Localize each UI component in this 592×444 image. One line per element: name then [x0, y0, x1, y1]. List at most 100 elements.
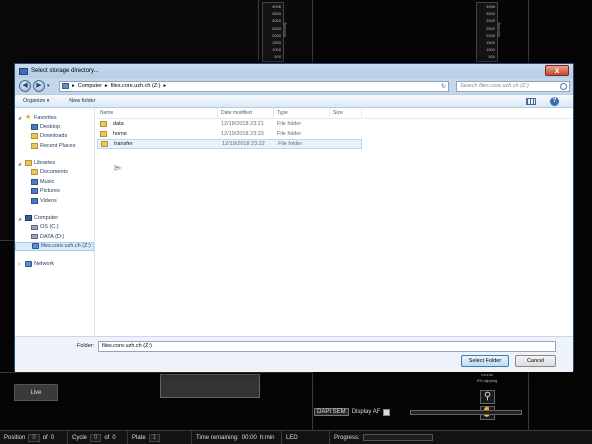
dialog-body: ◢ ★ Favorites Desktop Downloads Recent P… — [15, 108, 573, 336]
back-button[interactable]: ◀ — [19, 80, 31, 92]
gauge-tick: 500 — [488, 54, 495, 60]
gauge-label: intensity — [496, 22, 502, 37]
column-header-type[interactable]: Type — [274, 108, 330, 118]
network-label: Network — [34, 260, 55, 267]
collapse-icon[interactable]: ◢ — [18, 115, 23, 120]
forward-button[interactable]: ▶ — [33, 80, 45, 92]
nav-item-videos[interactable]: Videos — [15, 196, 94, 206]
breadcrumb-drive[interactable]: files.core.uzh.ch (Z:) — [111, 83, 161, 89]
dialog-titlebar[interactable]: Select storage directory... x — [15, 64, 573, 78]
file-row[interactable]: data 12/18/2018 23:21 File folder — [97, 119, 573, 129]
nav-computer[interactable]: ◢ Computer — [15, 214, 94, 223]
gauge-tick: 3000 — [486, 18, 495, 24]
change-view-icon[interactable] — [526, 98, 536, 105]
nav-item-label: Recent Places — [40, 142, 76, 149]
gauge-tick: 2000 — [272, 32, 281, 38]
plate-label: Plate — [132, 434, 146, 441]
file-name: data — [113, 121, 124, 127]
navigation-pane: ◢ ★ Favorites Desktop Downloads Recent P… — [15, 108, 95, 336]
network-drive-icon — [32, 243, 39, 250]
address-separator[interactable]: ▸ — [72, 83, 75, 89]
preview-panel — [160, 374, 260, 398]
live-button[interactable]: Live — [14, 384, 58, 401]
display-af-checkbox[interactable] — [383, 408, 391, 416]
address-separator[interactable]: ▸ — [164, 83, 167, 89]
cycle-label: Cycle — [72, 434, 88, 441]
nav-item-label: Downloads — [40, 133, 68, 140]
downloads-icon — [31, 133, 38, 140]
gauge-tick: 3000 — [272, 18, 281, 24]
nav-item-documents[interactable]: Documents — [15, 168, 94, 178]
nav-item-os-c[interactable]: OS (C:) — [15, 223, 94, 233]
favorites-label: Favorites — [34, 114, 57, 121]
column-header-size[interactable]: Size — [330, 108, 362, 118]
select-folder-button[interactable]: Select Folder — [461, 355, 509, 367]
address-separator[interactable]: ▸ — [105, 83, 108, 89]
computer-label: Computer — [34, 215, 59, 221]
nav-libraries[interactable]: ◢ Libraries — [15, 159, 94, 168]
nav-item-files-core-z[interactable]: files.core.uzh.ch (Z:) — [15, 241, 94, 251]
search-icon[interactable] — [560, 82, 567, 90]
cycle-total: 0 — [112, 434, 116, 441]
network-icon — [25, 260, 32, 267]
folder-icon — [100, 131, 107, 137]
nav-item-data-d[interactable]: DATA (D:) — [15, 232, 94, 242]
address-bar[interactable]: ▸ Computer ▸ files.core.uzh.ch (Z:) ▸ ↻ — [59, 80, 449, 92]
toolbar-right: ? — [526, 97, 559, 106]
folder-icon — [100, 121, 107, 127]
command-bar: Organize New folder ? — [15, 94, 573, 108]
display-slider[interactable] — [410, 410, 522, 415]
documents-icon — [31, 169, 38, 176]
recent-pages-dropdown[interactable]: ▾ — [47, 83, 53, 89]
file-row[interactable]: transfer 12/19/2018 23:22 File folder — [97, 139, 362, 149]
histogram-info: counts 0% clipping — [470, 372, 504, 384]
nav-item-recent-places[interactable]: Recent Places — [15, 141, 94, 151]
close-button[interactable]: x — [545, 65, 569, 76]
collapse-icon[interactable]: ◢ — [18, 161, 23, 166]
drive-icon — [31, 224, 38, 230]
file-type: File folder — [277, 131, 302, 137]
nav-item-label: files.core.uzh.ch (Z:) — [41, 243, 91, 250]
help-icon[interactable]: ? — [550, 97, 559, 106]
progress-bar — [362, 434, 433, 441]
position-label: Position — [4, 434, 26, 441]
computer-icon — [25, 215, 32, 221]
search-input[interactable]: Search files.core.uzh.ch (Z:) — [456, 80, 570, 92]
libraries-icon — [25, 160, 32, 166]
column-header-date[interactable]: Date modified — [218, 108, 274, 118]
window-icon — [19, 67, 28, 75]
expand-icon[interactable]: ▷ — [18, 261, 23, 266]
new-folder-button[interactable]: New folder — [69, 98, 95, 104]
file-name-cell: transfer — [98, 141, 219, 147]
organize-button[interactable]: Organize — [23, 98, 49, 104]
folder-field[interactable]: files.core.uzh.ch (Z:) — [98, 341, 556, 352]
file-date: 12/19/2018 23:22 — [222, 141, 265, 147]
nav-favorites[interactable]: ◢ ★ Favorites — [15, 113, 94, 122]
plate-status: Plate 1 — [128, 431, 192, 444]
gauge-tick: 2500 — [272, 25, 281, 31]
intensity-gauge-left: 4096 3500 3000 2500 2000 1500 1000 500 0… — [262, 2, 287, 67]
star-icon: ★ — [25, 113, 32, 121]
cancel-button[interactable]: Cancel — [515, 355, 556, 367]
led-status: LED — [282, 431, 330, 444]
music-icon — [31, 178, 38, 185]
search-placeholder: Search files.core.uzh.ch (Z:) — [460, 83, 529, 89]
file-type: File folder — [277, 121, 302, 127]
column-header-name[interactable]: Name — [97, 108, 218, 118]
zoom-tool-button[interactable]: ⚲ — [480, 390, 495, 404]
nav-item-downloads[interactable]: Downloads — [15, 132, 94, 142]
refresh-icon[interactable]: ↻ — [441, 83, 446, 90]
nav-network[interactable]: ▷ Network — [15, 259, 94, 268]
nav-item-music[interactable]: Music — [15, 177, 94, 187]
nav-item-pictures[interactable]: Pictures — [15, 187, 94, 197]
gauge-tick: 1500 — [486, 40, 495, 46]
nav-item-label: Music — [40, 178, 55, 185]
time-value: 00:00 — [241, 434, 257, 441]
breadcrumb-computer[interactable]: Computer — [78, 83, 102, 89]
channel-select[interactable]: DAPI SEM — [314, 408, 349, 416]
file-row[interactable]: home 12/19/2018 23:23 File folder — [97, 129, 573, 139]
videos-icon — [31, 197, 38, 204]
cycle-status: Cycle 0 of 0 — [68, 431, 128, 444]
nav-item-desktop[interactable]: Desktop — [15, 122, 94, 132]
collapse-icon[interactable]: ◢ — [18, 216, 23, 221]
